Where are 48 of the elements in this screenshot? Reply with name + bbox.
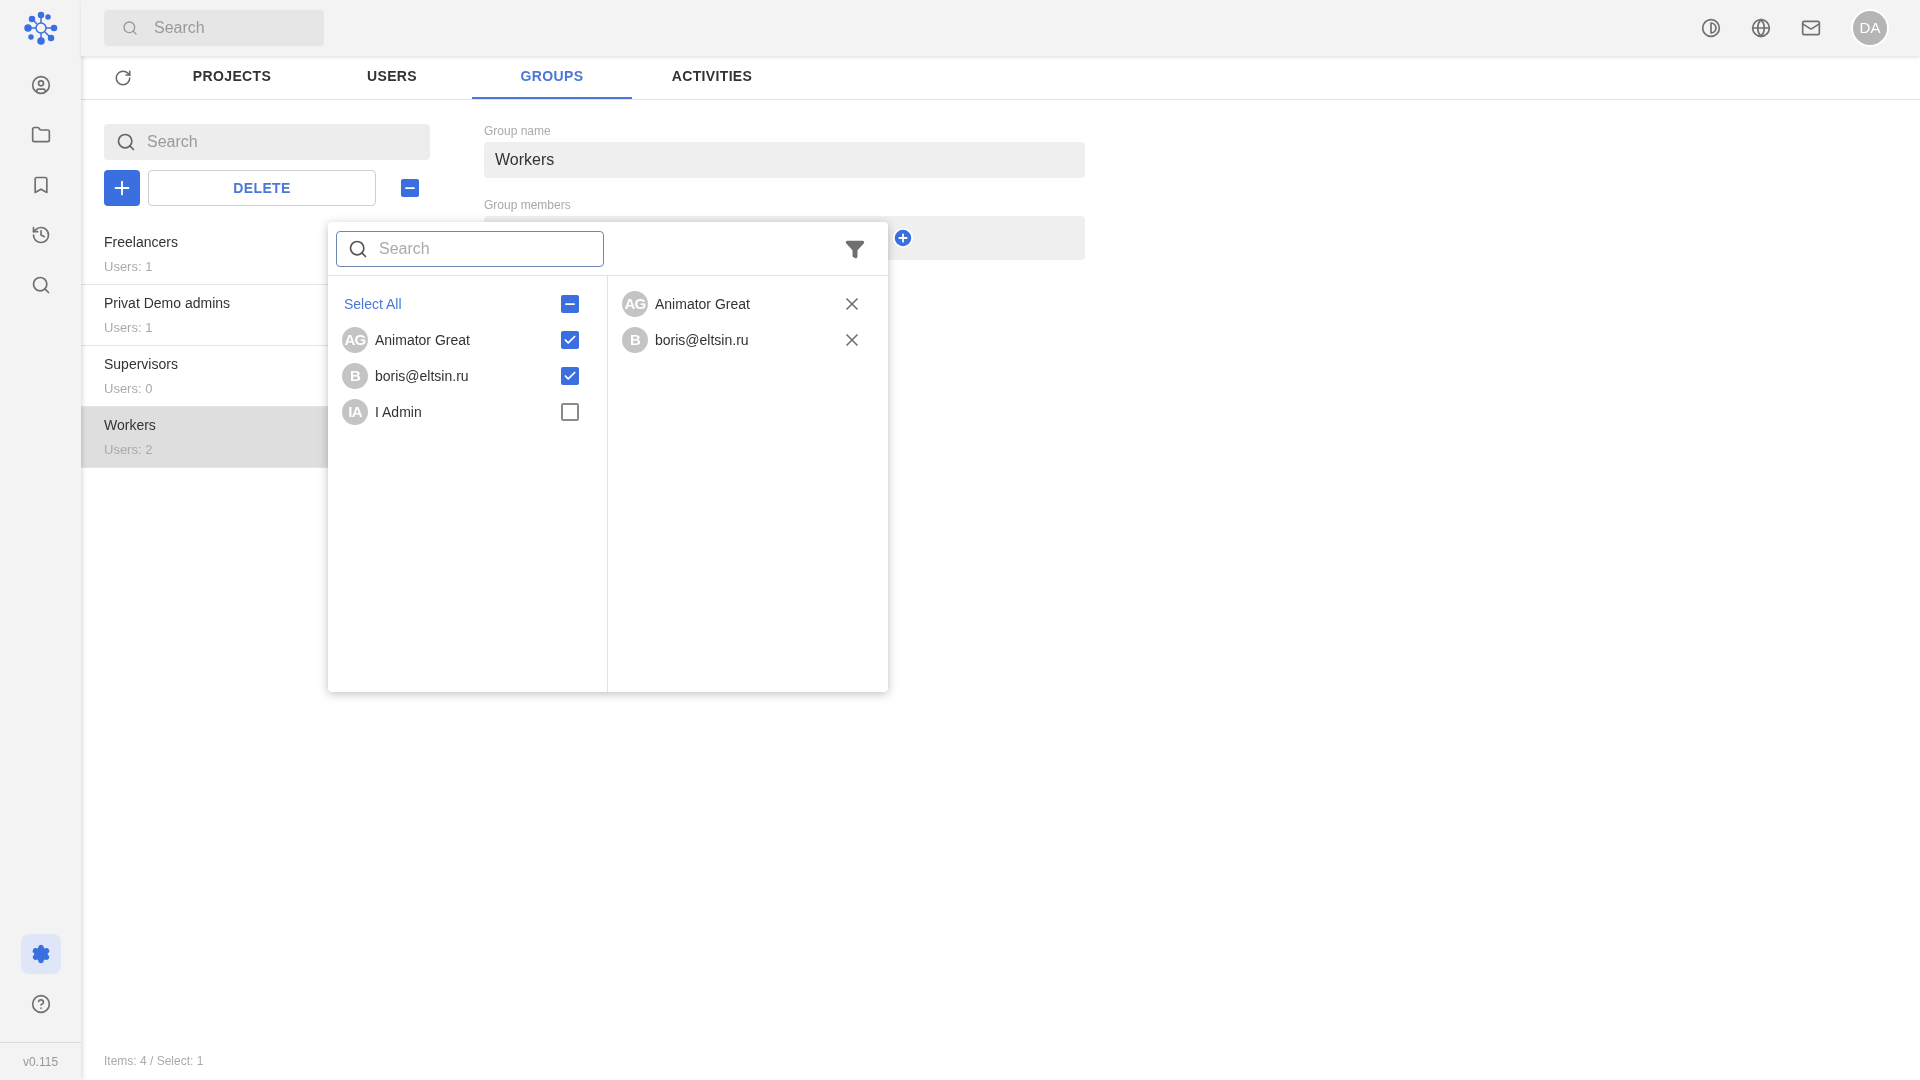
group-name: Supervisors	[104, 354, 178, 374]
check-icon	[563, 369, 577, 383]
mail-icon[interactable]	[1801, 18, 1821, 38]
tab[interactable]: USERS	[312, 56, 472, 99]
group-user-count: Users: 0	[104, 379, 153, 398]
member-name: boris@eltsin.ru	[655, 330, 750, 350]
sidebar-item[interactable]	[20, 934, 61, 974]
group-user-count: Users: 1	[104, 318, 153, 337]
group-name-field[interactable]: Workers	[484, 142, 1085, 178]
globe-icon[interactable]	[1751, 18, 1771, 38]
account-icon	[30, 75, 51, 95]
search-field[interactable]: Search	[336, 230, 604, 267]
check-icon	[563, 333, 577, 347]
refresh-icon[interactable]	[114, 68, 132, 87]
status-text: Items: 4 / Select: 1	[104, 1053, 204, 1070]
avatar: AG	[622, 291, 648, 317]
checkbox[interactable]	[561, 331, 579, 349]
group-name: Workers	[104, 415, 156, 435]
tab[interactable]: GROUPS	[472, 56, 632, 99]
avatar: AG	[342, 327, 368, 353]
delete-button[interactable]: DELETE	[148, 170, 376, 206]
field-label: Group name	[484, 123, 552, 140]
checkbox[interactable]	[561, 367, 579, 385]
checkbox[interactable]	[401, 179, 419, 197]
checkbox[interactable]	[561, 403, 579, 421]
field-label: Group members	[484, 197, 572, 214]
help-icon	[30, 994, 51, 1014]
version-label: v0.115	[22, 1053, 59, 1071]
folder-icon	[30, 125, 51, 145]
search-field[interactable]: Search	[104, 124, 430, 160]
contrast-icon[interactable]	[1701, 18, 1721, 38]
member-name: Animator Great	[655, 294, 751, 314]
search-icon	[30, 275, 51, 295]
group-name: Freelancers	[104, 232, 178, 252]
group-user-count: Users: 1	[104, 257, 153, 276]
filter-icon[interactable]	[845, 238, 865, 259]
avatar: B	[342, 363, 368, 389]
avatar: B	[622, 327, 648, 353]
settings-icon	[30, 944, 51, 964]
add-button[interactable]	[104, 170, 140, 206]
group-name: Privat Demo admins	[104, 293, 231, 313]
add-member-icon[interactable]	[892, 227, 914, 249]
checkbox[interactable]	[561, 295, 579, 313]
tab[interactable]: PROJECTS	[152, 56, 312, 99]
search-field[interactable]: Search	[104, 10, 324, 46]
history-icon	[30, 225, 51, 245]
avatar: IA	[342, 399, 368, 425]
tab[interactable]: ACTIVITIES	[632, 56, 792, 99]
